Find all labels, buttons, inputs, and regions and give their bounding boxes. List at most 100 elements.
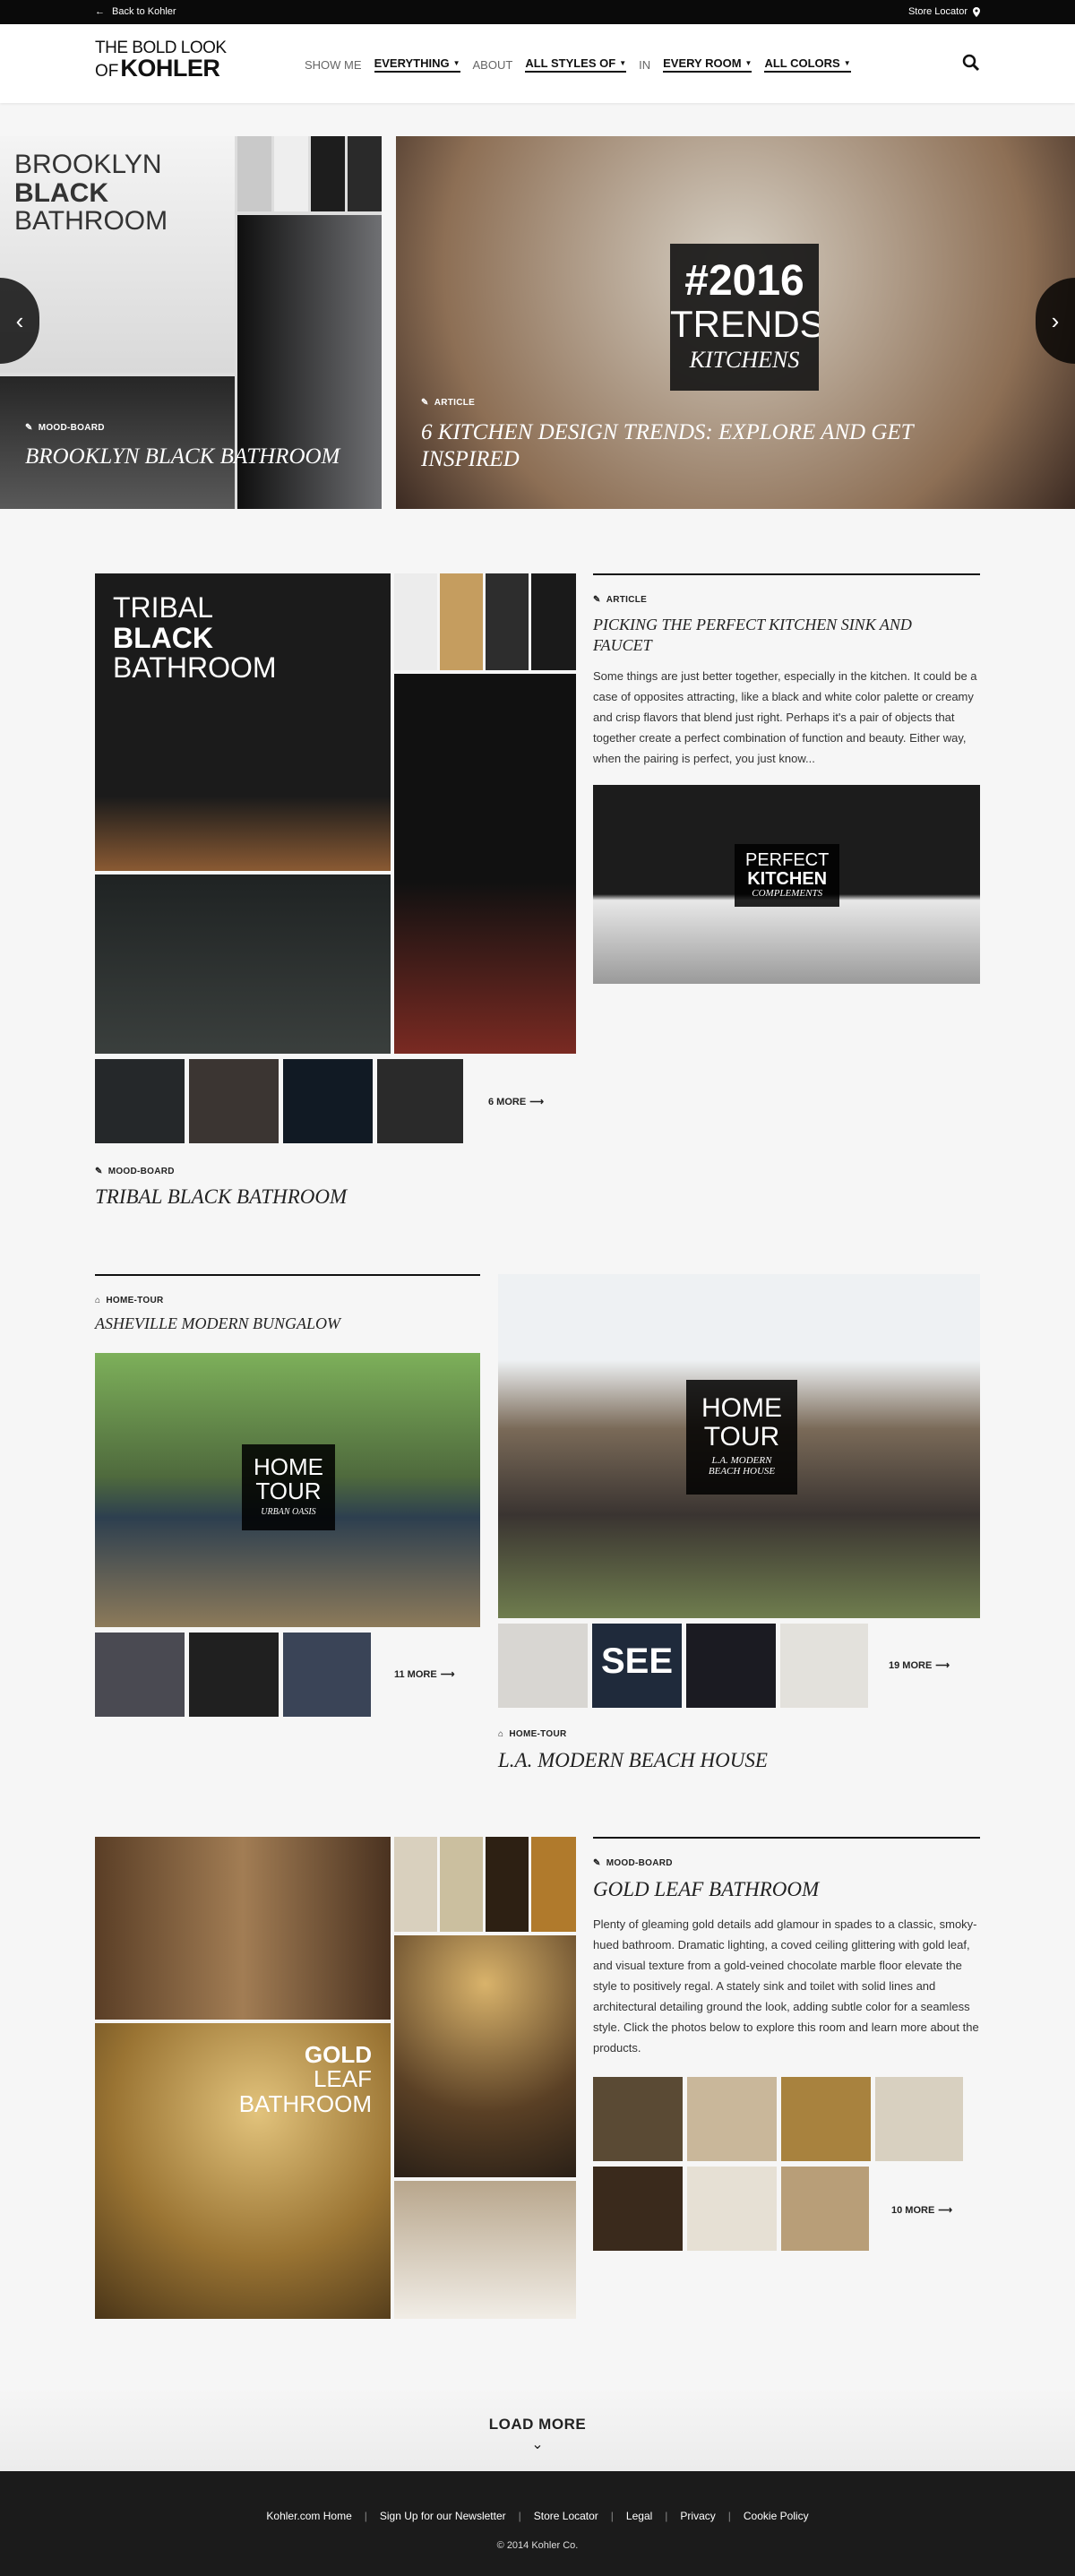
- about-link[interactable]: ABOUT: [473, 58, 513, 72]
- card-title[interactable]: L.A. MODERN BEACH HOUSE: [498, 1749, 768, 1772]
- tile-swatch: [440, 1837, 483, 1932]
- pencil-icon: ✎: [25, 423, 33, 433]
- card-title[interactable]: TRIBAL BLACK BATHROOM: [95, 1185, 347, 1209]
- footer-links: Kohler.com Home | Sign Up for our Newslet…: [266, 2510, 809, 2522]
- divider: [593, 573, 980, 575]
- asheville-thumb[interactable]: [189, 1633, 279, 1717]
- tribal-thumb[interactable]: [377, 1059, 463, 1143]
- caret-down-icon: ▼: [619, 59, 627, 67]
- gold-thumb[interactable]: [875, 2077, 963, 2161]
- tile-swatch: [394, 573, 437, 670]
- load-more-button[interactable]: LOAD MORE ⌄: [0, 2387, 1075, 2471]
- tribal-thumb[interactable]: [95, 1059, 185, 1143]
- vanity-image: [0, 376, 235, 509]
- asheville-thumb[interactable]: [283, 1633, 371, 1717]
- tribal-thumb[interactable]: [189, 1059, 279, 1143]
- divider: [593, 1837, 980, 1839]
- caret-down-icon: ▼: [843, 59, 851, 67]
- tile-swatch: [311, 136, 345, 211]
- tile-swatch: [237, 136, 271, 211]
- tag-home-tour: ⌂ HOME-TOUR: [95, 1296, 164, 1305]
- footer-link-cookie-policy[interactable]: Cookie Policy: [744, 2510, 809, 2522]
- la-thumb[interactable]: [780, 1624, 868, 1708]
- tribal-thumb[interactable]: [283, 1059, 373, 1143]
- gold-pedestal-sink-image[interactable]: [95, 1837, 391, 2020]
- home-tour-badge: HOME TOUR L.A. MODERN BEACH HOUSE: [686, 1380, 797, 1495]
- card-title[interactable]: ASHEVILLE MODERN BUNGALOW: [95, 1314, 340, 1333]
- caret-down-icon: ▼: [744, 59, 752, 67]
- tag-mood-board: ✎ MOOD-BOARD: [25, 423, 105, 433]
- pencil-icon: ✎: [421, 398, 429, 408]
- gold-thumb[interactable]: [687, 2167, 777, 2251]
- filter-styles-dropdown[interactable]: ALL STYLES OF ▼: [525, 56, 627, 73]
- arrow-left-icon: ←: [95, 6, 105, 17]
- kohler-logo[interactable]: THE BOLD LOOK OF KOHLER: [95, 39, 227, 81]
- asheville-more-link[interactable]: 11 MORE ⟶: [394, 1668, 455, 1681]
- tile-swatch: [440, 573, 483, 670]
- home-tour-badge: HOME TOUR URBAN OASIS: [242, 1444, 335, 1530]
- filter-nav: SHOW ME EVERYTHING ▼ ABOUT ALL STYLES OF ▼…: [305, 56, 851, 73]
- article-excerpt: Some things are just better together, es…: [593, 669, 977, 765]
- chevron-down-icon: ⌄: [531, 2437, 544, 2452]
- filter-room-dropdown[interactable]: EVERY ROOM ▼: [663, 56, 752, 73]
- tag-mood-board: ✎ MOOD-BOARD: [95, 1167, 175, 1176]
- search-icon[interactable]: [962, 54, 980, 72]
- tribal-sink-image[interactable]: [95, 874, 391, 1054]
- hero-slide-title[interactable]: 6 KITCHEN DESIGN TRENDS: EXPLORE AND GET…: [421, 419, 959, 473]
- asheville-thumb[interactable]: [95, 1633, 185, 1717]
- filter-colors-dropdown[interactable]: ALL COLORS ▼: [764, 56, 851, 73]
- gold-thumb[interactable]: [781, 2167, 869, 2251]
- arrow-right-icon: ⟶: [938, 2205, 953, 2216]
- back-to-kohler-link[interactable]: ← Back to Kohler: [95, 6, 176, 17]
- home-icon: ⌂: [498, 1729, 504, 1739]
- hero-slide-title[interactable]: BROOKLYN BLACK BATHROOM: [25, 444, 366, 470]
- la-thumb[interactable]: SEE: [592, 1624, 682, 1708]
- footer-link-newsletter[interactable]: Sign Up for our Newsletter: [380, 2510, 506, 2522]
- card-title[interactable]: GOLD LEAF BATHROOM: [593, 1878, 819, 1901]
- gold-thumb[interactable]: [593, 2167, 683, 2251]
- tag-mood-board: ✎ MOOD-BOARD: [593, 1858, 673, 1868]
- pencil-icon: ✎: [593, 1858, 601, 1868]
- arrow-right-icon: ⟶: [440, 1669, 455, 1680]
- store-locator-link[interactable]: Store Locator: [908, 6, 980, 17]
- filter-everything-dropdown[interactable]: EVERYTHING ▼: [374, 56, 460, 73]
- footer-link-store-locator[interactable]: Store Locator: [534, 2510, 598, 2522]
- home-icon: ⌂: [95, 1296, 101, 1305]
- badge-2016-trends: #2016 TRENDS KITCHENS: [670, 244, 819, 391]
- utility-bar: ← Back to Kohler Store Locator: [0, 0, 1075, 24]
- tag-home-tour: ⌂ HOME-TOUR: [498, 1729, 567, 1739]
- divider: [95, 1274, 480, 1276]
- mood-board-description: Plenty of gleaming gold details add glam…: [593, 1917, 979, 2055]
- la-thumb[interactable]: [498, 1624, 588, 1708]
- gold-thumb[interactable]: [687, 2077, 777, 2161]
- gold-overlay-title: GOLD LEAF BATHROOM: [238, 2041, 372, 2117]
- la-thumb[interactable]: [686, 1624, 776, 1708]
- hero-slide-brooklyn[interactable]: BROOKLYN BLACK BATHROOM ✎ MOOD-BOARD BROO…: [0, 136, 382, 509]
- pencil-icon: ✎: [593, 595, 601, 605]
- tribal-sink-mirror-image[interactable]: [394, 674, 576, 1054]
- arrow-right-icon: ⟶: [529, 1097, 544, 1107]
- site-footer: Kohler.com Home | Sign Up for our Newslet…: [0, 2471, 1075, 2576]
- hero-slide-kitchen-trends[interactable]: #2016 TRENDS KITCHENS ✎ ARTICLE 6 KITCHEN…: [396, 136, 1075, 509]
- gold-more-link[interactable]: 10 MORE ⟶: [891, 2204, 953, 2217]
- hero-carousel: BROOKLYN BLACK BATHROOM ✎ MOOD-BOARD BROO…: [0, 136, 1075, 509]
- tag-article: ✎ ARTICLE: [421, 398, 476, 408]
- footer-link-kohler-home[interactable]: Kohler.com Home: [266, 2510, 351, 2522]
- tribal-more-link[interactable]: 6 MORE ⟶: [488, 1096, 544, 1108]
- la-more-link[interactable]: 19 MORE ⟶: [889, 1659, 950, 1672]
- footer-link-legal[interactable]: Legal: [626, 2510, 652, 2522]
- tag-article: ✎ ARTICLE: [593, 595, 648, 605]
- gold-faucet-image[interactable]: [394, 2181, 576, 2319]
- tile-swatch: [274, 136, 308, 211]
- gold-thumb[interactable]: [781, 2077, 871, 2161]
- footer-link-privacy[interactable]: Privacy: [680, 2510, 715, 2522]
- tile-swatch: [394, 1837, 437, 1932]
- tile-swatch: [531, 1837, 576, 1932]
- card-title[interactable]: PICKING THE PERFECT KITCHEN SINK AND FAU…: [593, 615, 969, 655]
- tile-swatch: [486, 1837, 529, 1932]
- gold-thumb[interactable]: [593, 2077, 683, 2161]
- gold-shower-image[interactable]: [394, 1935, 576, 2177]
- arrow-right-icon: ⟶: [935, 1660, 950, 1671]
- copyright: © 2014 Kohler Co.: [496, 2540, 579, 2551]
- in-label: IN: [639, 57, 651, 72]
